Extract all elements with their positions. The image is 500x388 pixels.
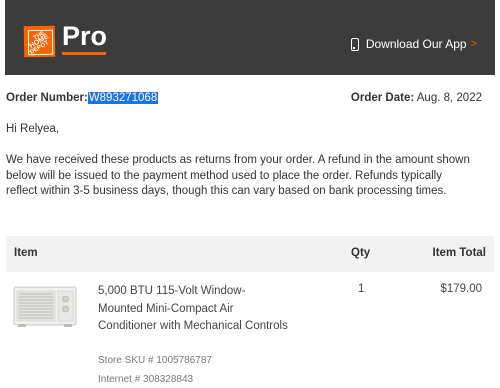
store-sku: Store SKU # 1005786787 [98, 355, 212, 366]
product-item-total: $179.00 [440, 283, 482, 295]
product-name-link[interactable]: 5,000 BTU 115-Volt Window-Mounted Mini-C… [98, 283, 288, 336]
chevron-right-icon: > [470, 38, 477, 50]
order-date-label: Order Date: [350, 92, 415, 104]
product-qty: 1 [358, 283, 365, 295]
column-header-item: Item [14, 247, 38, 259]
order-number-label: Order Number: [6, 92, 88, 104]
order-date: Order Date: Aug. 8, 2022 [351, 92, 482, 104]
home-depot-logo[interactable]: THE HOME DEPOT [23, 25, 56, 58]
order-number: Order Number:W893271068 [6, 92, 159, 104]
download-app-label: Download Our App [365, 37, 467, 51]
download-app-link[interactable]: Download Our App > [350, 37, 477, 51]
column-header-qty: Qty [351, 247, 371, 259]
phone-icon [350, 37, 359, 51]
order-date-value: Aug. 8, 2022 [416, 92, 482, 104]
email-header: THE HOME DEPOT Pro Download Our App > [5, 0, 495, 75]
column-header-item-total: Item Total [432, 247, 486, 259]
items-table-header: Item Qty Item Total [6, 236, 494, 272]
order-number-value[interactable]: W893271068 [87, 92, 159, 104]
refund-message: We have received these products as retur… [6, 154, 470, 197]
pro-brand-label: Pro [62, 21, 108, 51]
greeting: Hi Relyea, [6, 123, 60, 135]
internet-number: Internet # 308328843 [98, 374, 194, 385]
pro-underline [62, 52, 106, 55]
order-info-row: Order Number:W893271068 Order Date: Aug.… [6, 92, 482, 108]
air-conditioner-image[interactable] [10, 283, 80, 329]
